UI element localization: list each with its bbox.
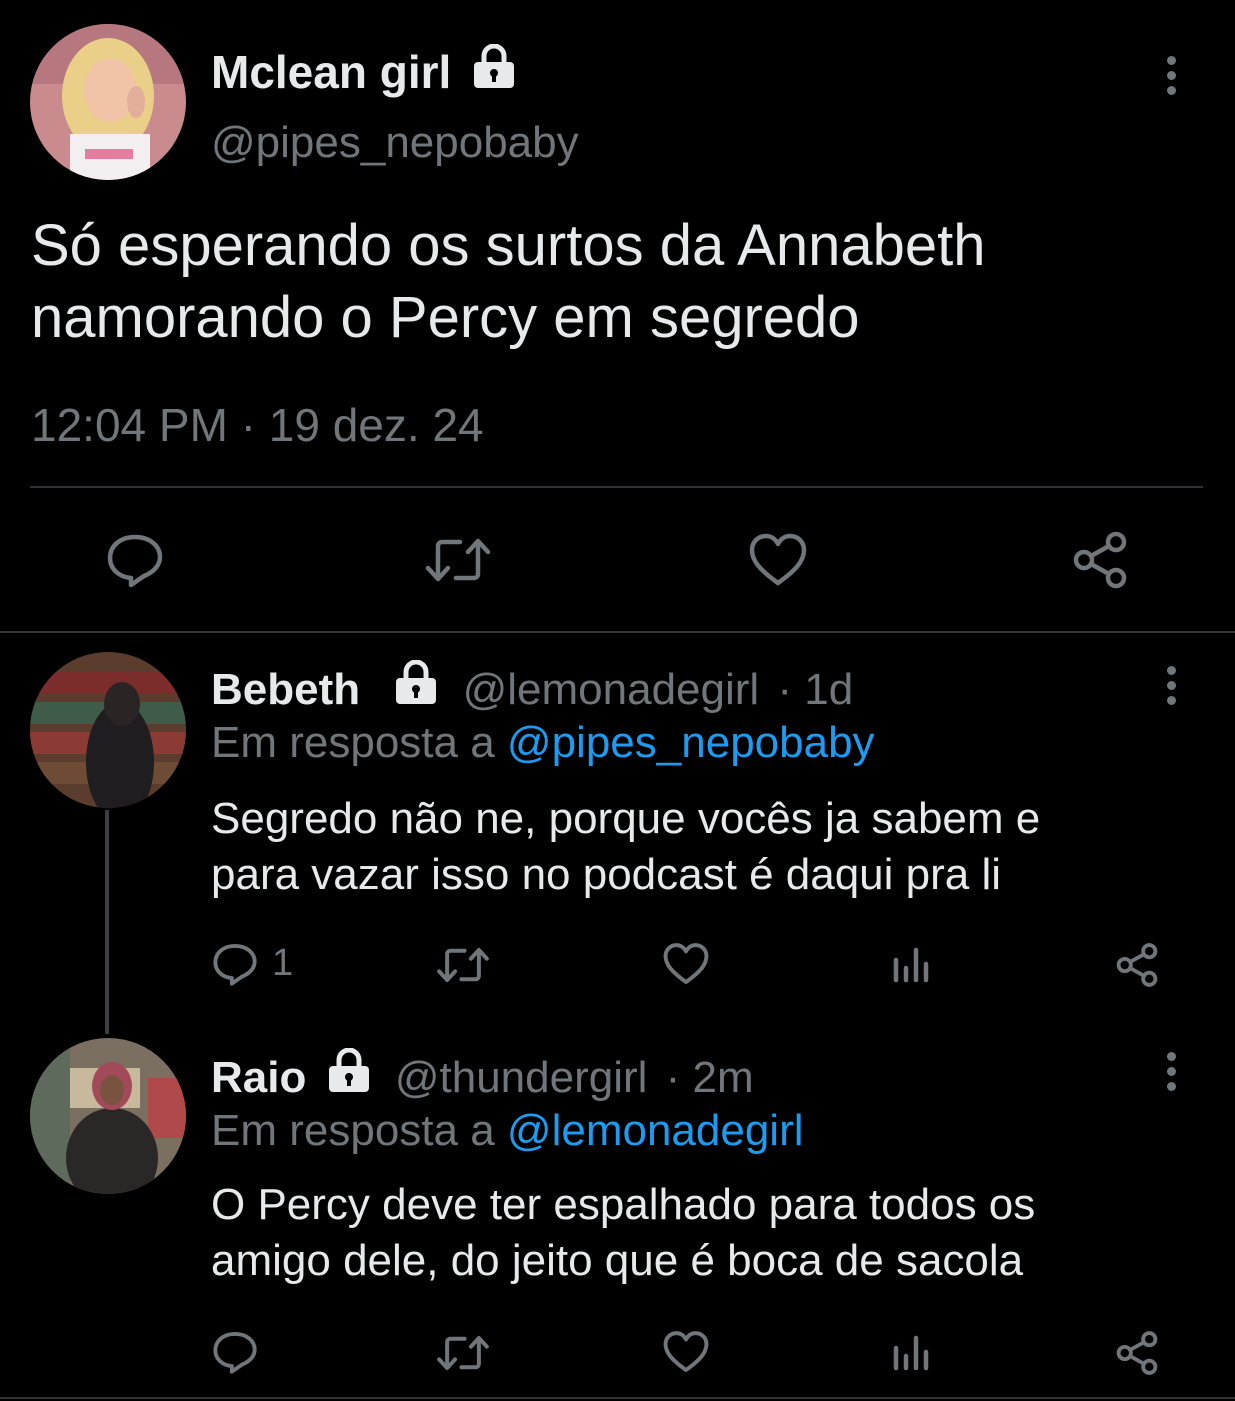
reply-author-handle[interactable]: @thundergirl [395,1053,648,1102]
reply-prefix: Em resposta a [211,1106,495,1155]
reply-prefix: Em resposta a [211,718,495,767]
reply-text-line2: para vazar isso no podcast é daqui pra l… [211,850,1002,899]
like-icon[interactable] [662,1330,710,1374]
divider [0,631,1235,633]
thread-connector [105,810,109,1034]
main-tweet-text-line2: namorando o Percy em segredo [31,285,860,350]
reply-text-line1: O Percy deve ter espalhado para todos os [211,1180,1036,1229]
share-icon[interactable] [1070,530,1130,590]
retweet-icon[interactable] [424,534,492,586]
reply-to-link[interactable]: @pipes_nepobaby [507,718,875,767]
like-icon[interactable] [748,532,808,588]
reply-context: Em resposta a @pipes_nepobaby [211,718,875,768]
avatar-reply-author[interactable] [30,1038,186,1194]
share-icon[interactable] [1114,942,1160,988]
main-tweet-text-line1: Só esperando os surtos da Annabeth [31,213,986,278]
like-icon[interactable] [662,942,710,986]
main-tweet-timestamp[interactable]: 12:04 PM · 19 dez. 24 [31,398,484,452]
analytics-icon[interactable] [892,1334,932,1372]
retweet-icon[interactable] [436,944,490,986]
more-options-icon[interactable] [1166,56,1176,101]
reply-text-line1: Segredo não ne, porque vocês ja sabem e [211,794,1041,843]
author-name-text: Mclean girl [211,46,452,98]
reply-text-line2: amigo dele, do jeito que é boca de sacol… [211,1236,1024,1285]
reply-header: Raio @thundergirl · 2m [211,1047,754,1103]
reply-author-name[interactable]: Raio [211,1053,306,1102]
main-author-handle[interactable]: @pipes_nepobaby [211,118,579,168]
reply-header: Bebeth @lemonadegirl · 1d [211,659,853,715]
reply-icon[interactable] [212,942,258,986]
reply-to-link[interactable]: @lemonadegirl [507,1106,804,1155]
reply-time[interactable]: · 2m [666,1053,754,1102]
reply-context: Em resposta a @lemonadegirl [211,1106,804,1156]
analytics-icon[interactable] [892,946,932,984]
reply-icon[interactable] [106,532,164,588]
avatar-reply-author[interactable] [30,652,186,808]
retweet-icon[interactable] [436,1332,490,1374]
lock-icon [325,1047,373,1103]
reply-author-handle[interactable]: @lemonadegirl [463,665,760,714]
reply-icon[interactable] [212,1330,258,1374]
lock-icon [392,659,440,715]
share-icon[interactable] [1114,1330,1160,1376]
more-options-icon[interactable] [1166,666,1176,711]
reply-count: 1 [272,942,294,984]
main-author-name[interactable]: Mclean girl [211,43,518,99]
divider [0,1397,1235,1399]
divider [30,486,1203,488]
reply-time[interactable]: · 1d [777,665,853,714]
more-options-icon[interactable] [1166,1052,1176,1097]
lock-icon [470,43,518,99]
reply-author-name[interactable]: Bebeth [211,665,360,714]
avatar-main-author[interactable] [30,24,186,180]
